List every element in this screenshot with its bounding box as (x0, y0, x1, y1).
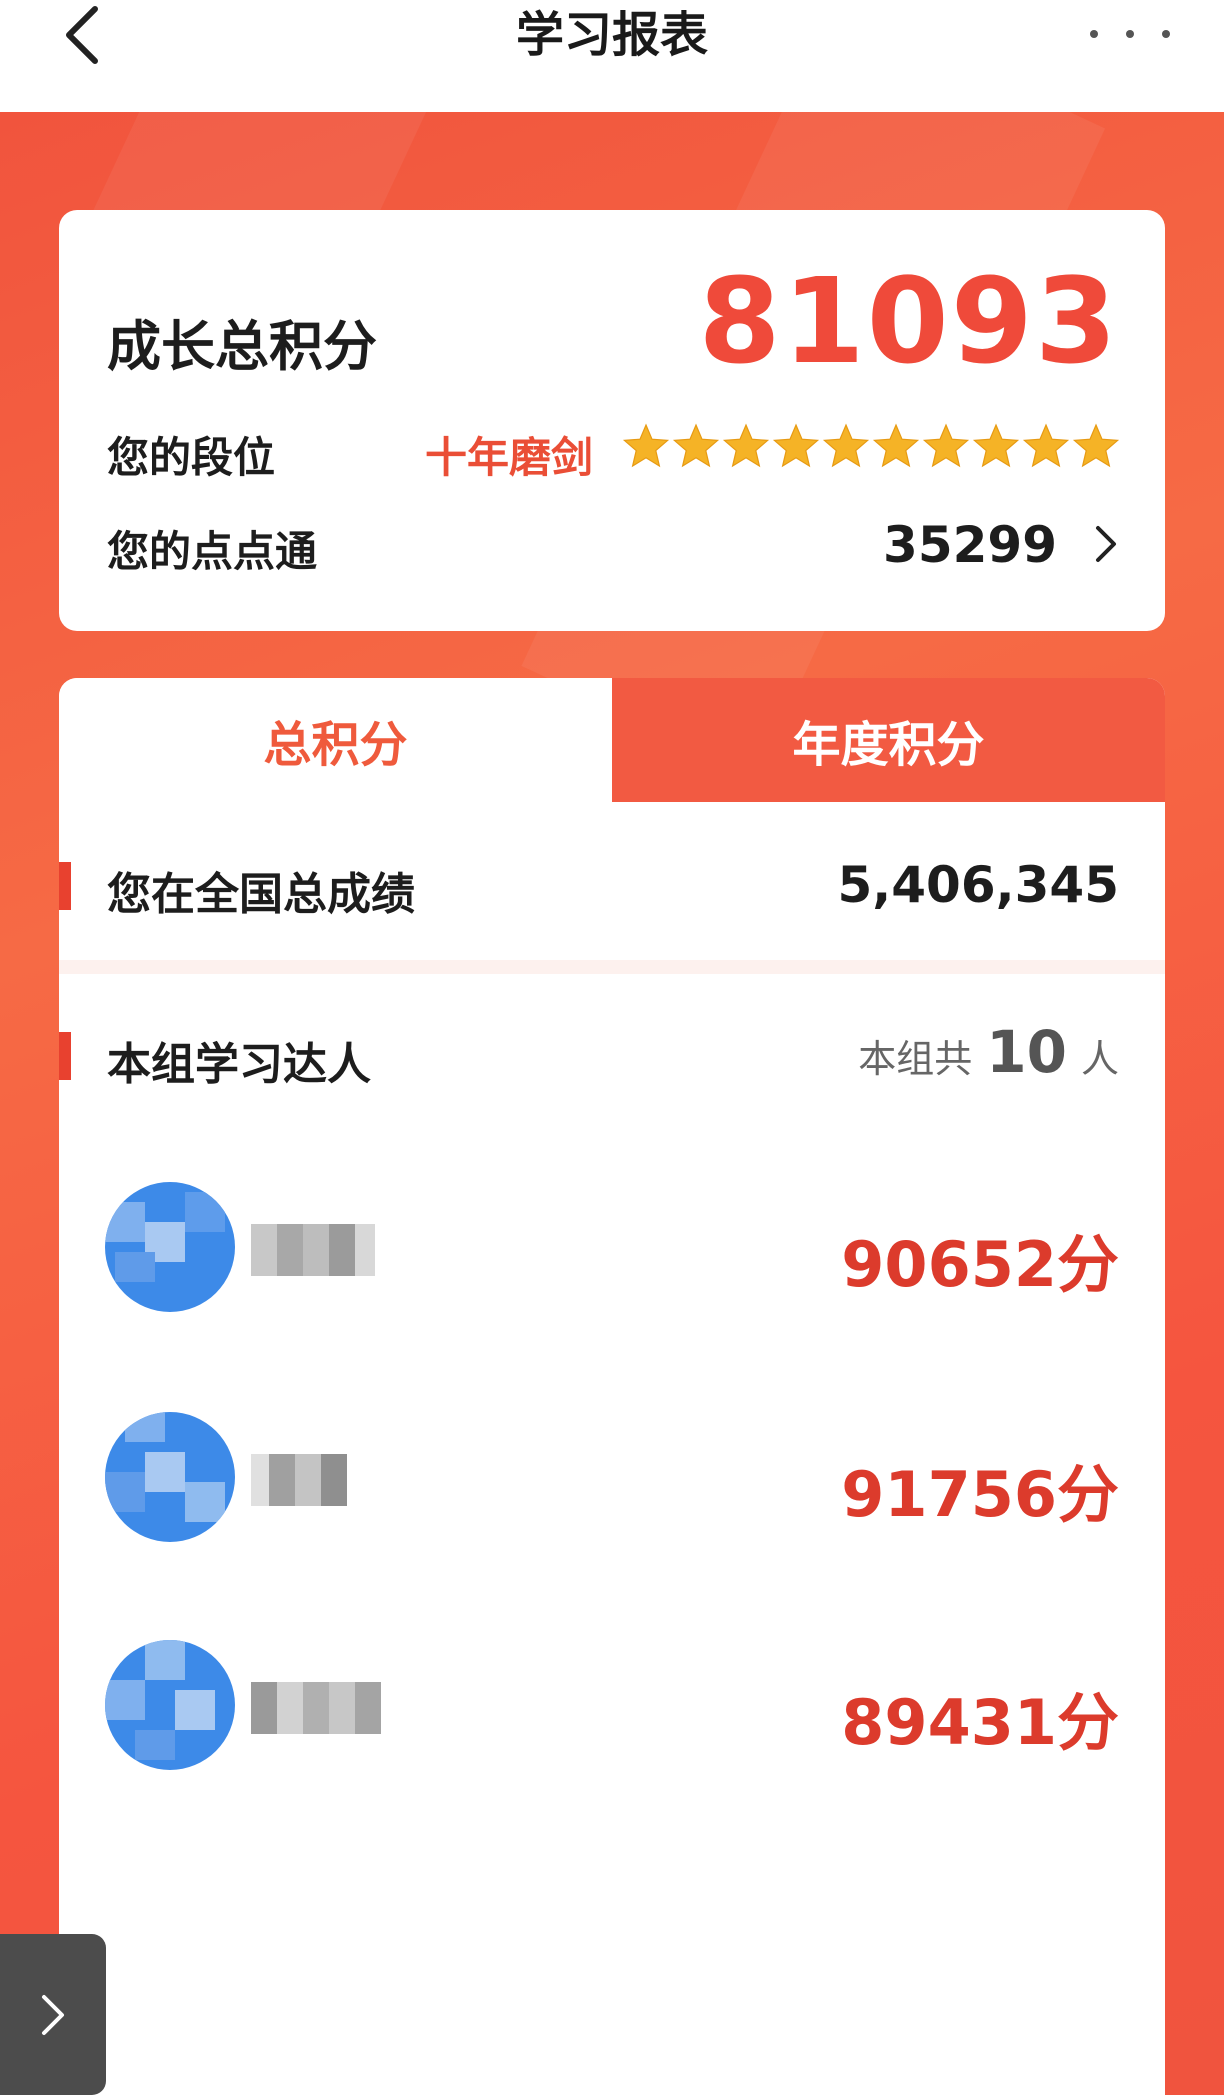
total-points-value: 81093 (698, 252, 1119, 390)
section-divider (59, 960, 1165, 974)
list-item[interactable]: 91756分 (59, 1402, 1165, 1552)
national-rank-value: 5,406,345 (837, 856, 1119, 914)
star-icon (1072, 423, 1120, 468)
tab-annual-points[interactable]: 年度积分 (612, 678, 1165, 802)
avatar (105, 1640, 235, 1770)
national-rank-label: 您在全国总成绩 (107, 869, 415, 920)
group-count-number: 10 (986, 1018, 1067, 1086)
star-icon (1022, 423, 1070, 468)
member-name-blurred (251, 1682, 381, 1734)
member-name-blurred (251, 1454, 347, 1506)
avatar (105, 1412, 235, 1542)
group-count-suffix: 人 (1080, 1037, 1119, 1081)
page-title: 学习报表 (515, 7, 708, 63)
total-points-label: 成长总积分 (107, 315, 377, 378)
section-accent-bar (59, 1032, 71, 1080)
points-value[interactable]: 35299 (883, 516, 1057, 574)
points-detail-link[interactable] (1089, 520, 1123, 568)
rank-stars (622, 422, 1120, 470)
star-icon (822, 423, 870, 468)
star-icon (872, 423, 920, 468)
group-count: 本组共 10 人 (858, 1018, 1119, 1086)
star-icon (672, 423, 720, 468)
chevron-right-icon (1096, 526, 1116, 562)
tab-total-points[interactable]: 总积分 (59, 678, 612, 802)
more-dots-icon (1090, 30, 1098, 38)
star-icon (922, 423, 970, 468)
section-accent-bar (59, 862, 71, 910)
group-count-prefix: 本组共 (858, 1037, 973, 1081)
group-title: 本组学习达人 (107, 1039, 371, 1090)
group-header-row: 本组学习达人 本组共 10 人 (59, 1016, 1165, 1096)
rank-label: 您的段位 (107, 433, 276, 482)
star-icon (622, 423, 670, 468)
rank-name: 十年磨剑 (425, 433, 594, 482)
member-score: 89431分 (841, 1686, 1119, 1759)
list-item[interactable]: 89431分 (59, 1630, 1165, 1780)
top-nav-bar: 学习报表 (0, 0, 1224, 112)
member-name-blurred (251, 1224, 375, 1276)
star-icon (972, 423, 1020, 468)
member-score: 91756分 (841, 1458, 1119, 1531)
points-label[interactable]: 您的点点通 (107, 518, 317, 579)
more-button[interactable] (1090, 14, 1170, 54)
chevron-right-icon (42, 1994, 64, 2035)
star-icon (772, 423, 820, 468)
star-icon (722, 423, 770, 468)
score-summary-card: 成长总积分 81093 您的段位 十年磨剑 您的点点通 35299 (59, 210, 1165, 631)
ranking-panel: 总积分 年度积分 您在全国总成绩 5,406,345 本组学习达人 本组共 10… (59, 678, 1165, 2095)
score-tabs: 总积分 年度积分 (59, 678, 1165, 802)
member-score: 90652分 (841, 1228, 1119, 1301)
list-item[interactable]: 90652分 (59, 1172, 1165, 1322)
avatar (105, 1182, 235, 1312)
side-expand-button[interactable] (0, 1934, 106, 2095)
national-rank-row: 您在全国总成绩 5,406,345 (59, 846, 1165, 926)
